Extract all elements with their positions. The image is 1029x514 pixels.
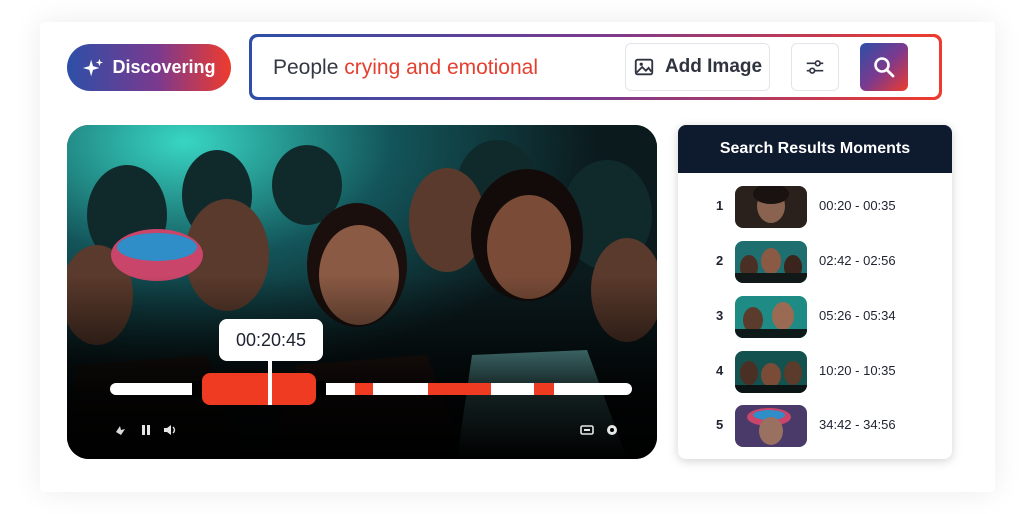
video-frame (67, 125, 657, 459)
add-image-button[interactable]: Add Image (625, 43, 770, 91)
moment-segment[interactable] (428, 383, 491, 395)
image-icon (634, 58, 654, 76)
search-button[interactable] (860, 43, 908, 91)
result-item-3[interactable]: 3 05:26 - 05:34 (678, 296, 952, 338)
result-thumbnail (735, 241, 807, 283)
search-results-panel: Search Results Moments 1 00:20 - 00:35 2… (678, 125, 952, 459)
search-query[interactable]: People crying and emotional (273, 56, 538, 80)
speaker-icon[interactable] (163, 423, 177, 437)
add-image-label: Add Image (664, 56, 763, 77)
result-time-range: 00:20 - 00:35 (819, 198, 896, 213)
result-thumbnail (735, 351, 807, 393)
result-number: 3 (716, 308, 724, 323)
selected-moment-segment[interactable] (202, 373, 316, 405)
result-item-5[interactable]: 5 34:42 - 34:56 (678, 405, 952, 447)
result-thumbnail (735, 186, 807, 228)
filter-button[interactable] (791, 43, 839, 91)
result-time-range: 05:26 - 05:34 (819, 308, 896, 323)
discovering-label: Discovering (112, 57, 216, 77)
search-icon (874, 57, 895, 78)
result-time-range: 34:42 - 34:56 (819, 417, 896, 432)
moment-segment[interactable] (355, 383, 373, 395)
settings-icon[interactable] (605, 423, 619, 437)
results-title: Search Results Moments (678, 125, 952, 173)
query-text-highlight: crying and emotional (344, 56, 539, 79)
sliders-icon (806, 60, 824, 74)
timeline-gap (316, 381, 326, 397)
timeline-gap (192, 381, 202, 397)
playhead-handle[interactable] (268, 359, 272, 405)
result-number: 2 (716, 253, 724, 268)
search-bar-inner: People crying and emotional Add Image (252, 37, 939, 97)
volume-icon[interactable] (114, 423, 128, 437)
moment-segment[interactable] (534, 383, 554, 395)
result-item-4[interactable]: 4 10:20 - 10:35 (678, 351, 952, 393)
search-bar: People crying and emotional Add Image (249, 34, 942, 100)
sparkle-icon (83, 58, 104, 76)
query-text-plain: People (273, 56, 339, 79)
result-number: 5 (716, 417, 724, 432)
result-item-1[interactable]: 1 00:20 - 00:35 (678, 186, 952, 228)
timeline-track[interactable] (110, 359, 632, 405)
result-item-2[interactable]: 2 02:42 - 02:56 (678, 241, 952, 283)
discovering-button[interactable]: Discovering (67, 44, 231, 91)
playhead-timecode: 00:20:45 (219, 319, 323, 361)
video-player[interactable]: 00:20:45 (67, 125, 657, 459)
pause-icon[interactable] (139, 423, 153, 437)
captions-icon[interactable] (580, 423, 594, 437)
result-time-range: 02:42 - 02:56 (819, 253, 896, 268)
result-thumbnail (735, 296, 807, 338)
result-thumbnail (735, 405, 807, 447)
result-time-range: 10:20 - 10:35 (819, 363, 896, 378)
result-number: 1 (716, 198, 724, 213)
result-number: 4 (716, 363, 724, 378)
